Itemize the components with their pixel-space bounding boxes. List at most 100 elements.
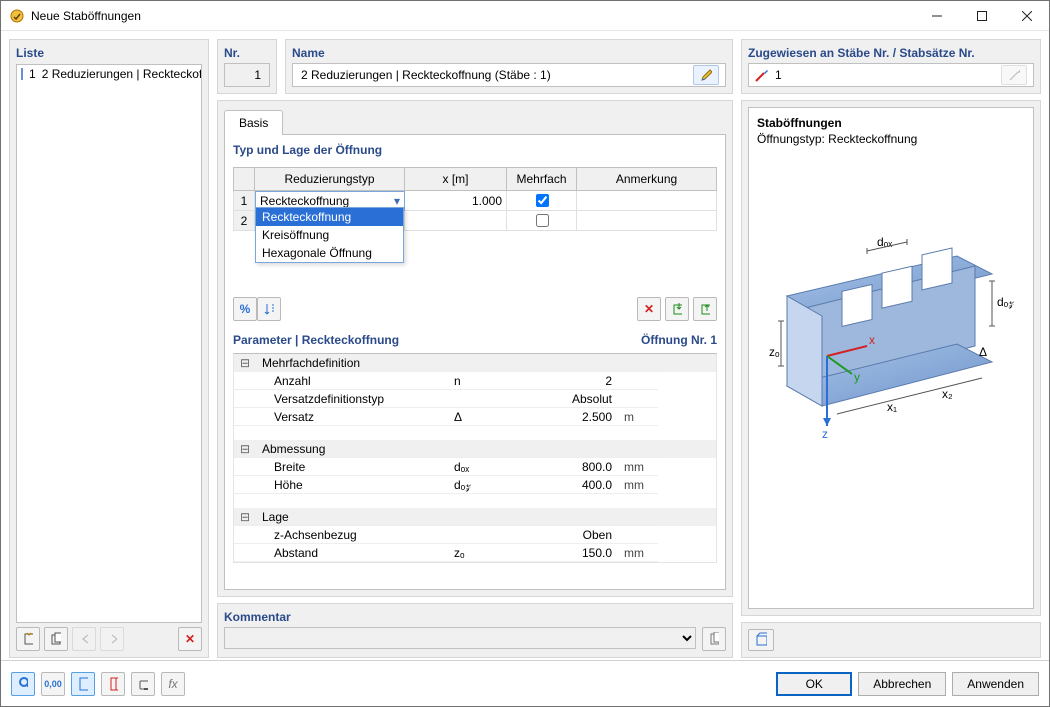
svg-text:x: x [869,333,875,347]
footer-tool-2[interactable]: 0,00 [41,672,65,696]
param-sym: n [448,372,508,390]
svg-text:x₂: x₂ [942,387,953,401]
footer-tool-1[interactable] [11,672,35,696]
svg-text:zₒ: zₒ [769,345,780,359]
param-val[interactable]: 2.500 [508,408,618,426]
dropdown-option[interactable]: Kreisöffnung [256,226,403,244]
list-item-number: 1 [29,67,36,81]
collapse-icon[interactable]: ⊟ [234,354,256,372]
col-type: Reduzierungstyp [255,167,405,191]
dropdown-option[interactable]: Reckteckoffnung [256,208,403,226]
col-note: Anmerkung [577,167,717,191]
footer-tool-3[interactable] [71,672,95,696]
delete-button[interactable]: ✕ [178,627,202,651]
preview-subtitle: Öffnungstyp: Reckteckoffnung [757,132,1025,146]
nav-next-button[interactable] [100,627,124,651]
export-button[interactable] [693,297,717,321]
sort-button[interactable] [257,297,281,321]
x-value[interactable] [405,211,507,231]
footer-tool-4[interactable] [101,672,125,696]
multi-checkbox-cell[interactable] [507,211,577,231]
col-multi: Mehrfach [507,167,577,191]
param-val[interactable]: 150.0 [508,544,618,562]
nav-prev-button[interactable] [72,627,96,651]
param-unit [618,390,658,408]
param-unit: m [618,408,658,426]
comment-apply-button[interactable] [702,627,726,651]
name-panel: Name [285,39,733,94]
param-sym: Δ [448,408,508,426]
view-3d-button[interactable] [748,629,774,651]
param-val[interactable]: 2 [508,372,618,390]
cancel-button[interactable]: Abbrechen [858,672,946,696]
footer-tool-5[interactable] [131,672,155,696]
assigned-label: Zugewiesen an Stäbe Nr. / Stabsätze Nr. [748,46,1034,60]
param-unit: mm [618,476,658,494]
copy-button[interactable] [44,627,68,651]
list-toolbar: ✕ [16,623,202,651]
apply-button[interactable]: Anwenden [952,672,1039,696]
name-input[interactable] [299,65,687,85]
svg-text:y: y [854,370,860,384]
minimize-button[interactable] [914,1,959,31]
assigned-value[interactable]: 1 [775,64,995,86]
list-item-label: 2 Reduzierungen | Reckteckoffn [42,67,202,81]
col-idx [233,167,255,191]
tabs: Basis [224,109,726,135]
param-sym [448,390,508,408]
x-value[interactable]: 1.000 [405,191,507,211]
close-button[interactable] [1004,1,1049,31]
preview-toolbar [741,622,1041,658]
multi-checkbox[interactable] [536,214,549,227]
params-table: ⊟Mehrfachdefinition Anzahln2 Versatzdefi… [233,353,717,563]
svg-text:dₒ𝓏: dₒ𝓏 [997,295,1014,309]
percent-button[interactable]: % [233,297,257,321]
param-sym [448,526,508,544]
pick-members-button[interactable] [1001,65,1027,85]
row-index: 1 [233,191,255,211]
comment-input[interactable] [224,627,696,649]
remove-row-button[interactable]: ✕ [637,297,661,321]
params-opening-nr: Öffnung Nr. 1 [641,333,717,347]
param-val[interactable]: 800.0 [508,458,618,476]
edit-name-button[interactable] [693,65,719,85]
param-val: 400.0 [508,476,618,494]
maximize-button[interactable] [959,1,1004,31]
param-name: Anzahl [256,372,448,390]
param-val[interactable]: Absolut [508,390,618,408]
group-name: Mehrfachdefinition [256,354,448,372]
multi-checkbox[interactable] [536,194,549,207]
param-sym: dₒₓ [448,458,508,476]
chevron-down-icon: ▾ [394,194,400,208]
row-index: 2 [233,211,255,231]
name-label: Name [292,46,726,60]
assign-icon [755,68,769,82]
list[interactable]: 1 2 Reduzierungen | Reckteckoffn [16,64,202,623]
ok-button[interactable]: OK [776,672,852,696]
param-name: Versatz [256,408,448,426]
titlebar: Neue Staböffnungen [1,1,1049,31]
reduction-type-dropdown[interactable]: Reckteckoffnung Kreisöffnung Hexagonale … [255,207,404,263]
reduction-type-value: Reckteckoffnung [260,194,349,208]
list-item[interactable]: 1 2 Reduzierungen | Reckteckoffn [17,65,201,83]
note-cell[interactable] [577,191,717,211]
new-button[interactable] [16,627,40,651]
import-button[interactable] [665,297,689,321]
preview-panel: Staböffnungen Öffnungstyp: Reckteckoffnu… [741,100,1041,616]
preview-3d-icon: x y z dₒₓ dₒ𝓏 Δ zₒ x₁ x₂ [757,226,1017,506]
nr-value[interactable]: 1 [224,63,270,87]
opening-section-title: Typ und Lage der Öffnung [233,143,717,157]
multi-checkbox-cell[interactable] [507,191,577,211]
svg-text:x₁: x₁ [887,400,897,414]
param-unit [618,372,658,390]
tab-basis[interactable]: Basis [224,110,283,135]
param-unit [618,526,658,544]
collapse-icon[interactable]: ⊟ [234,440,256,458]
note-cell[interactable] [577,211,717,231]
param-val[interactable]: Oben [508,526,618,544]
footer-tool-6[interactable]: fx [161,672,185,696]
dropdown-option[interactable]: Hexagonale Öffnung [256,244,403,262]
comment-panel: Kommentar [217,603,733,658]
list-item-swatch [21,68,23,80]
collapse-icon[interactable]: ⊟ [234,508,256,526]
